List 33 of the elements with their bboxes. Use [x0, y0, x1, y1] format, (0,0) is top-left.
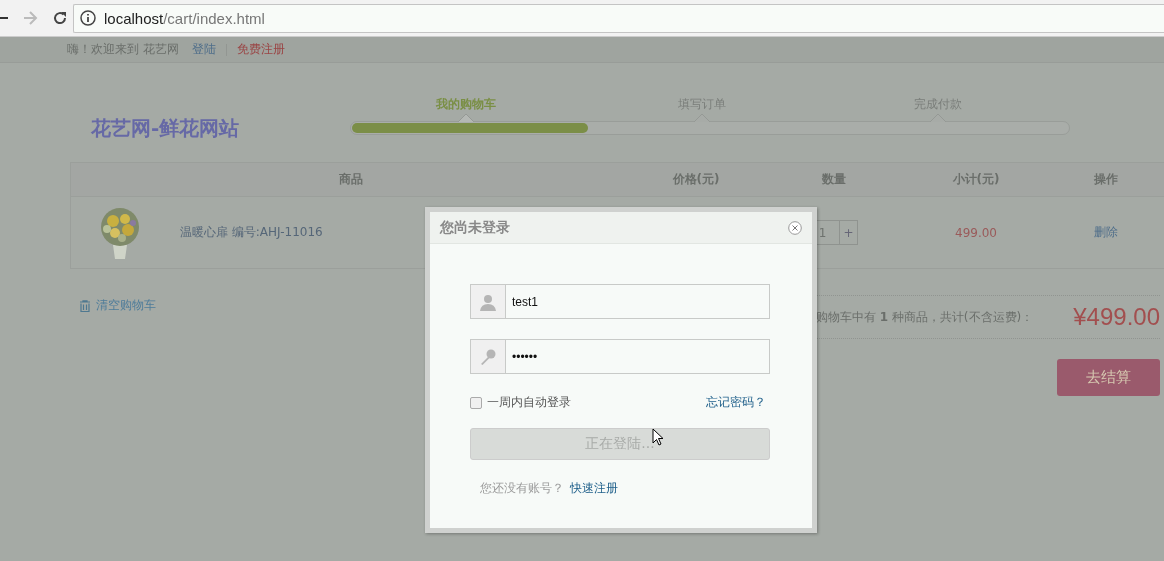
forgot-password-link[interactable]: 忘记密码？: [706, 394, 766, 411]
column-header: 数量: [820, 171, 847, 188]
subtotal-text: 499.00: [955, 225, 997, 240]
column-header: 商品: [338, 171, 364, 188]
checkout-button[interactable]: 去结算: [1057, 359, 1160, 396]
signup-prompt: 您还没有账号？: [480, 480, 564, 497]
reload-icon: [52, 10, 68, 26]
user-icon: [479, 292, 497, 311]
remember-checkbox[interactable]: [470, 396, 482, 409]
dialog-title: 您尚未登录: [440, 218, 510, 237]
total-price: ¥499.00: [1073, 303, 1160, 331]
site-logo: 花艺网-鲜花网站: [91, 115, 241, 142]
trash-icon: [79, 299, 91, 312]
forward-icon: [22, 10, 38, 26]
delete-link[interactable]: 删除: [1093, 224, 1118, 241]
clear-cart-link[interactable]: 清空购物车: [96, 297, 156, 314]
step-label: 我的购物车: [436, 96, 496, 112]
column-header: 小计(元): [951, 171, 1001, 188]
password-field[interactable]: ••••••: [470, 339, 770, 374]
address-field[interactable]: localhost/cart/index.html: [73, 3, 1164, 33]
column-header: 价格(元): [671, 171, 721, 188]
remember-label: 一周内自动登录: [487, 394, 571, 411]
info-icon: [80, 10, 96, 26]
username-field[interactable]: test1: [470, 284, 770, 319]
signup-link[interactable]: 快速注册: [570, 480, 618, 497]
register-link[interactable]: 免费注册: [236, 41, 285, 58]
column-header: 操作: [1092, 171, 1119, 188]
key-icon: [479, 347, 497, 366]
login-link[interactable]: 登陆: [191, 41, 216, 58]
url-text: localhost/cart/index.html: [104, 9, 265, 27]
product-name[interactable]: 温暖心扉 编号:AHJ-11016: [180, 224, 323, 241]
cursor-icon: [652, 428, 664, 446]
close-icon: [788, 220, 802, 235]
